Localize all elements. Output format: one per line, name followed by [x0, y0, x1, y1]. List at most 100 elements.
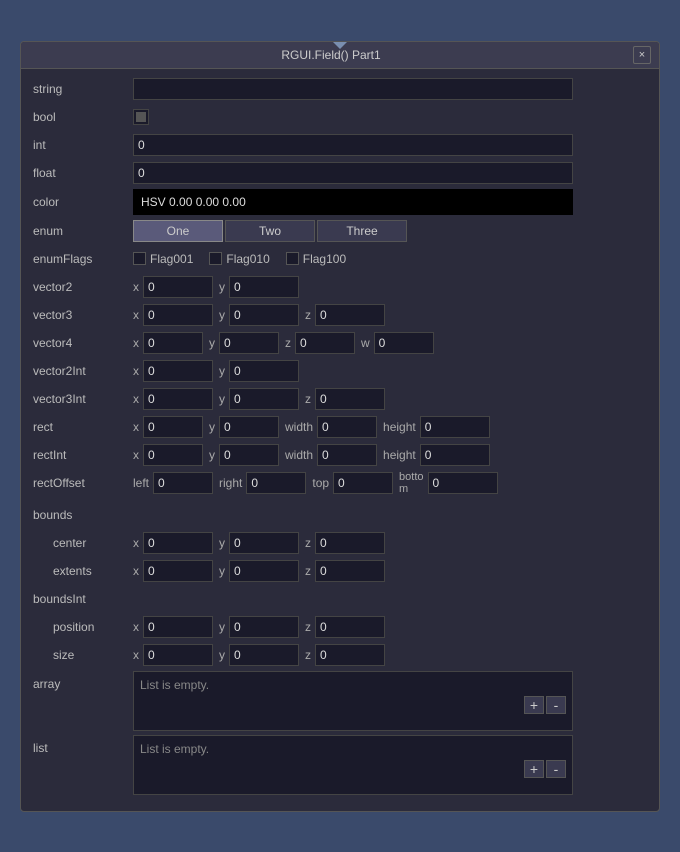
vector4-label: vector4 [33, 336, 133, 350]
vector4-w-input[interactable] [374, 332, 434, 354]
bounds-label: bounds [33, 508, 133, 522]
bounds-center-y-input[interactable] [229, 532, 299, 554]
bounds-extents-row: extents x y z [33, 559, 647, 583]
bounds-extents-x-input[interactable] [143, 560, 213, 582]
flag-item-010: Flag010 [209, 252, 269, 266]
v2i-x-label: x [133, 364, 139, 378]
v4-x-label: x [133, 336, 139, 350]
string-input[interactable] [133, 78, 573, 100]
v2-y-label: y [219, 280, 225, 294]
v3i-y-label: y [219, 392, 225, 406]
boundsint-size-x-input[interactable] [143, 644, 213, 666]
list-add-button[interactable]: + [524, 760, 544, 778]
array-add-button[interactable]: + [524, 696, 544, 714]
boundsint-size-y-input[interactable] [229, 644, 299, 666]
list-empty-text: List is empty. [140, 742, 209, 756]
vector4-x-input[interactable] [143, 332, 203, 354]
bip-x-label: x [133, 620, 139, 634]
be-x-label: x [133, 564, 139, 578]
ro-bottom-label: bottom [399, 471, 423, 495]
int-input[interactable] [133, 134, 573, 156]
bounds-center-row: center x y z [33, 531, 647, 555]
v4-z-label: z [285, 336, 291, 350]
vector3-label: vector3 [33, 308, 133, 322]
rect-width-input[interactable] [317, 416, 377, 438]
bounds-extents-y-input[interactable] [229, 560, 299, 582]
rectoffset-left-input[interactable] [153, 472, 213, 494]
rect-x-label: x [133, 420, 139, 434]
enum-group: One Two Three [133, 220, 407, 242]
rectoffset-label: rectOffset [33, 476, 133, 490]
be-z-label: z [305, 564, 311, 578]
rect-height-input[interactable] [420, 416, 490, 438]
flag-group: Flag001 Flag010 Flag100 [133, 252, 346, 266]
array-remove-button[interactable]: - [546, 696, 566, 714]
vector2-y-input[interactable] [229, 276, 299, 298]
v3-z-label: z [305, 308, 311, 322]
rectint-inputs: x y width height [133, 444, 490, 466]
rectint-width-input[interactable] [317, 444, 377, 466]
vector2int-inputs: x y [133, 360, 299, 382]
float-row: float [33, 161, 647, 185]
enum-btn-one[interactable]: One [133, 220, 223, 242]
enum-btn-three[interactable]: Three [317, 220, 407, 242]
boundsint-size-label: size [33, 648, 133, 662]
vector3-x-input[interactable] [143, 304, 213, 326]
bis-z-label: z [305, 648, 311, 662]
flag-check-001[interactable] [133, 252, 146, 265]
flag-check-010[interactable] [209, 252, 222, 265]
vector2int-x-input[interactable] [143, 360, 213, 382]
v3-y-label: y [219, 308, 225, 322]
boundsint-position-x-input[interactable] [143, 616, 213, 638]
vector2-inputs: x y [133, 276, 299, 298]
rectoffset-bottom-input[interactable] [428, 472, 498, 494]
title-bar: RGUI.Field() Part1 × [21, 42, 659, 69]
bounds-center-x-input[interactable] [143, 532, 213, 554]
v3i-z-label: z [305, 392, 311, 406]
enum-btn-two[interactable]: Two [225, 220, 315, 242]
bis-y-label: y [219, 648, 225, 662]
bounds-center-z-input[interactable] [315, 532, 385, 554]
list-remove-button[interactable]: - [546, 760, 566, 778]
bip-y-label: y [219, 620, 225, 634]
flag-item-100: Flag100 [286, 252, 346, 266]
boundsint-position-inputs: x y z [133, 616, 385, 638]
array-buttons: + - [140, 696, 566, 714]
flag-label-100: Flag100 [303, 252, 346, 266]
rect-y-input[interactable] [219, 416, 279, 438]
boundsint-position-y-input[interactable] [229, 616, 299, 638]
bip-z-label: z [305, 620, 311, 634]
vector2int-y-input[interactable] [229, 360, 299, 382]
vector3int-z-input[interactable] [315, 388, 385, 410]
rectint-x-input[interactable] [143, 444, 203, 466]
float-input[interactable] [133, 162, 573, 184]
bounds-extents-z-input[interactable] [315, 560, 385, 582]
rectoffset-right-input[interactable] [246, 472, 306, 494]
vector3int-y-input[interactable] [229, 388, 299, 410]
ri-x-label: x [133, 448, 139, 462]
bounds-center-label: center [33, 536, 133, 550]
close-button[interactable]: × [633, 46, 651, 64]
vector4-z-input[interactable] [295, 332, 355, 354]
rectint-height-input[interactable] [420, 444, 490, 466]
bc-y-label: y [219, 536, 225, 550]
vector4-y-input[interactable] [219, 332, 279, 354]
color-picker[interactable]: HSV 0.00 0.00 0.00 [133, 189, 573, 215]
be-y-label: y [219, 564, 225, 578]
flag-check-100[interactable] [286, 252, 299, 265]
bool-checkbox[interactable] [133, 109, 149, 125]
vector3-z-input[interactable] [315, 304, 385, 326]
vector3-y-input[interactable] [229, 304, 299, 326]
rectoffset-top-input[interactable] [333, 472, 393, 494]
boundsint-size-z-input[interactable] [315, 644, 385, 666]
main-window: RGUI.Field() Part1 × string bool int flo… [20, 41, 660, 812]
vector2-x-input[interactable] [143, 276, 213, 298]
vector3-row: vector3 x y z [33, 303, 647, 327]
boundsint-position-z-input[interactable] [315, 616, 385, 638]
vector3int-row: vector3Int x y z [33, 387, 647, 411]
array-row: array List is empty. + - [33, 671, 647, 731]
ro-right-label: right [219, 476, 242, 490]
vector3int-x-input[interactable] [143, 388, 213, 410]
rectint-y-input[interactable] [219, 444, 279, 466]
rect-x-input[interactable] [143, 416, 203, 438]
